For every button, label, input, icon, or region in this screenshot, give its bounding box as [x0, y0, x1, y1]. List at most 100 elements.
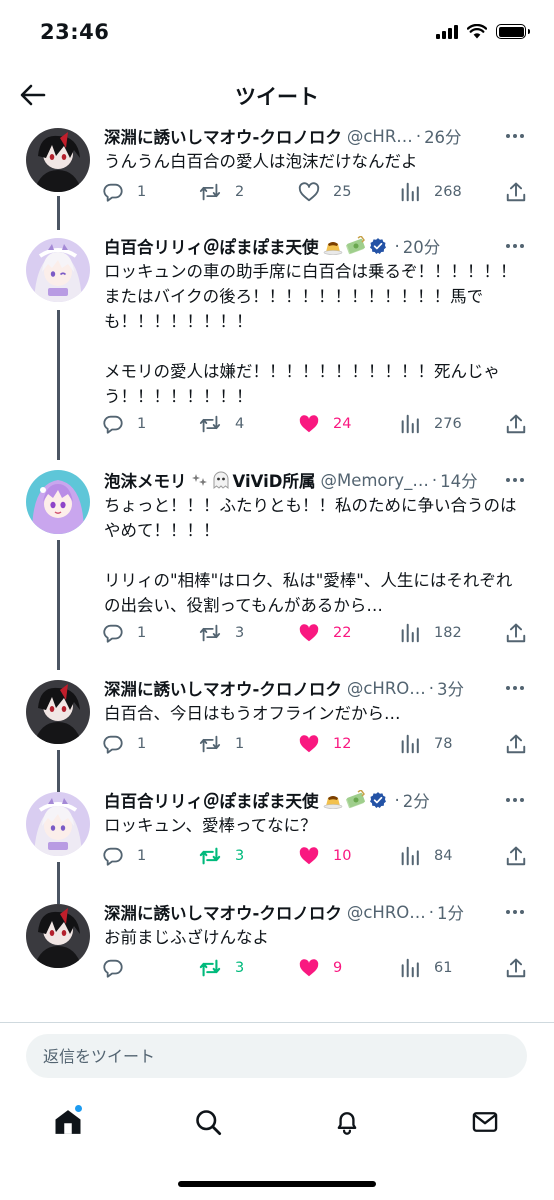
timestamp[interactable]: 14分 [440, 468, 478, 492]
tweet[interactable]: 白百合リリィ＠ぽまぽま天使 · 2分 ロッキュン、愛棒ってなに？ 1 3 10 … [0, 788, 554, 878]
reply-icon [103, 735, 123, 754]
tweet[interactable]: 深淵に誘いしマオウ-クロノロク @cHRO… · 3分 白百合、今日はもうオフラ… [0, 676, 554, 766]
share-button[interactable] [505, 732, 527, 756]
retweet-button[interactable]: 3 [198, 844, 244, 868]
handle[interactable]: @cHRO… [347, 679, 426, 698]
reply-count: 1 [137, 848, 147, 864]
tweet[interactable]: 深淵に誘いしマオウ-クロノロク @cHR… · 26分 うんうん白百合の愛人は泡… [0, 124, 554, 214]
retweet-active-icon [199, 959, 221, 977]
analytics-icon [401, 958, 419, 978]
reply-input[interactable] [43, 1046, 527, 1066]
avatar[interactable] [26, 680, 90, 744]
reply-icon [103, 183, 123, 202]
like-button[interactable]: 22 [298, 621, 351, 645]
more-options-icon[interactable] [502, 470, 528, 490]
like-count: 25 [333, 184, 352, 200]
tweet-actions: 3 9 61 [102, 956, 532, 980]
display-name[interactable]: 深淵に誘いしマオウ-クロノロク [104, 124, 342, 148]
avatar[interactable] [26, 904, 90, 968]
avatar[interactable] [26, 128, 90, 192]
reply-composer[interactable] [26, 1034, 527, 1078]
analytics-icon [401, 846, 419, 866]
tweet[interactable]: 泡沫メモリ ViViD所属 @Memory_… · 14分 ちょっと！！！ふたり… [0, 468, 554, 648]
handle[interactable]: @cHRO… [347, 903, 426, 922]
share-button[interactable] [505, 180, 527, 204]
nav-messages-button[interactable] [465, 1102, 505, 1142]
reply-button[interactable]: 1 [102, 412, 146, 436]
like-button[interactable]: 10 [298, 844, 351, 868]
search-icon [196, 1110, 222, 1136]
reply-button[interactable]: 1 [102, 180, 146, 204]
views-button[interactable]: 84 [399, 844, 452, 868]
tweet[interactable]: 深淵に誘いしマオウ-クロノロク @cHRO… · 1分 お前まじふざけんなよ 3… [0, 900, 554, 990]
share-button[interactable] [505, 621, 527, 645]
reply-button[interactable]: 1 [102, 844, 146, 868]
views-button[interactable]: 182 [399, 621, 462, 645]
nav-home-button[interactable] [48, 1102, 88, 1142]
like-button[interactable]: 9 [298, 956, 342, 980]
share-button[interactable] [505, 412, 527, 436]
like-button[interactable]: 12 [298, 732, 351, 756]
display-name[interactable]: 泡沫メモリ [104, 468, 187, 492]
more-options-icon[interactable] [502, 790, 528, 810]
money-emoji [345, 790, 365, 809]
retweet-button[interactable]: 3 [198, 956, 244, 980]
share-icon [506, 182, 526, 202]
nav-notifications-button[interactable] [327, 1102, 367, 1142]
more-options-icon[interactable] [502, 902, 528, 922]
like-count: 9 [333, 960, 343, 976]
timestamp[interactable]: 3分 [437, 676, 464, 700]
tweet[interactable]: 白百合リリィ＠ぽまぽま天使 · 20分 ロッキュンの車の助手席に白百合は乗るぞ！… [0, 234, 554, 444]
reply-button[interactable]: 1 [102, 621, 146, 645]
cellular-signal-icon [436, 24, 458, 39]
page-title: ツイート [235, 85, 319, 109]
display-name[interactable]: 深淵に誘いしマオウ-クロノロク [104, 676, 342, 700]
display-name-affiliation[interactable]: ViViD所属 [233, 468, 316, 492]
views-button[interactable]: 78 [399, 732, 452, 756]
like-button[interactable]: 24 [298, 412, 351, 436]
timestamp[interactable]: 26分 [424, 124, 462, 148]
reply-button[interactable]: 1 [102, 732, 146, 756]
more-options-icon[interactable] [502, 126, 528, 146]
timestamp[interactable]: 2分 [403, 788, 430, 812]
reply-button[interactable] [102, 956, 137, 980]
home-indicator[interactable] [178, 1181, 376, 1187]
handle[interactable]: @Memory_… [320, 471, 428, 490]
retweet-button[interactable]: 3 [198, 621, 244, 645]
handle[interactable]: @cHR… [347, 127, 413, 146]
tweet-text: ちょっと！！！ふたりとも！！私のために争い合うのはやめて！！！！ リリィの"相棒… [104, 496, 517, 615]
share-button[interactable] [505, 956, 527, 980]
display-name[interactable]: 深淵に誘いしマオウ-クロノロク [104, 900, 342, 924]
display-name[interactable]: 白百合リリィ＠ぽまぽま天使 [104, 788, 319, 812]
avatar[interactable] [26, 792, 90, 856]
avatar[interactable] [26, 238, 90, 302]
like-count: 22 [333, 625, 352, 641]
nav-search-button[interactable] [188, 1102, 228, 1142]
reply-icon [103, 624, 123, 643]
heart-filled-icon [299, 415, 319, 433]
notification-dot [75, 1105, 82, 1112]
status-bar: 23:46 [0, 0, 554, 64]
tweet-header: 深淵に誘いしマオウ-クロノロク @cHRO… · 1分 [104, 900, 504, 924]
reply-count: 1 [137, 416, 147, 432]
reply-icon [103, 847, 123, 866]
reply-icon [103, 415, 123, 434]
more-options-icon[interactable] [502, 678, 528, 698]
display-name[interactable]: 白百合リリィ＠ぽまぽま天使 [104, 234, 319, 258]
timestamp[interactable]: 1分 [437, 900, 464, 924]
views-button[interactable]: 61 [399, 956, 452, 980]
views-button[interactable]: 276 [399, 412, 462, 436]
retweet-button[interactable]: 2 [198, 180, 244, 204]
more-options-icon[interactable] [502, 236, 528, 256]
analytics-icon [401, 623, 419, 643]
retweet-button[interactable]: 4 [198, 412, 244, 436]
retweet-button[interactable]: 1 [198, 732, 244, 756]
views-button[interactable]: 268 [399, 180, 462, 204]
tweet-header: 泡沫メモリ ViViD所属 @Memory_… · 14分 [104, 468, 504, 492]
share-button[interactable] [505, 844, 527, 868]
timestamp[interactable]: 20分 [403, 234, 441, 258]
like-button[interactable]: 25 [298, 180, 351, 204]
avatar[interactable] [26, 470, 90, 534]
retweet-icon [199, 415, 221, 433]
messages-icon [472, 1112, 498, 1132]
